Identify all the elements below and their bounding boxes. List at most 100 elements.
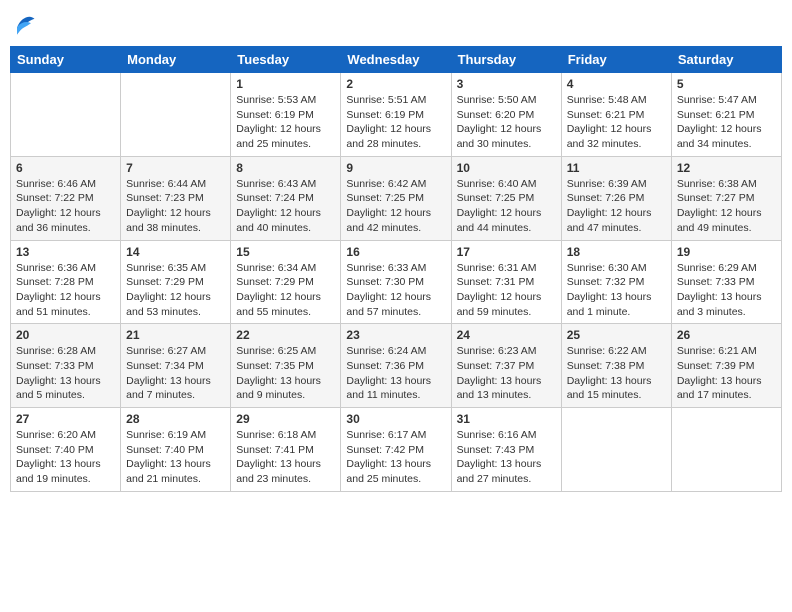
calendar-cell: 15Sunrise: 6:34 AM Sunset: 7:29 PM Dayli…	[231, 240, 341, 324]
day-info: Sunrise: 6:38 AM Sunset: 7:27 PM Dayligh…	[677, 177, 776, 236]
day-number: 7	[126, 161, 225, 175]
week-row-5: 27 Sunrise: 6:20 AM Sunset: 7:40 PM Dayli…	[11, 408, 782, 492]
day-info: Sunrise: 6:29 AM Sunset: 7:33 PM Dayligh…	[677, 261, 776, 320]
day-info: Sunrise: 6:28 AM Sunset: 7:33 PM Dayligh…	[16, 344, 115, 403]
week-row-4: 20 Sunrise: 6:28 AM Sunset: 7:33 PM Dayli…	[11, 324, 782, 408]
day-info: Sunrise: 6:42 AM Sunset: 7:25 PM Dayligh…	[346, 177, 445, 236]
day-info: Sunrise: 5:47 AM Sunset: 6:21 PM Dayligh…	[677, 93, 776, 152]
day-number: 2	[346, 77, 445, 91]
column-header-tuesday: Tuesday	[231, 47, 341, 73]
calendar-cell: 28Sunrise: 6:19 AM Sunset: 7:40 PM Dayli…	[121, 408, 231, 492]
calendar-cell	[561, 408, 671, 492]
day-number: 17	[457, 245, 556, 259]
week-row-1: 1 Sunrise: 5:53 AM Sunset: 6:19 PM Daylig…	[11, 73, 782, 157]
column-header-friday: Friday	[561, 47, 671, 73]
day-number: 5	[677, 77, 776, 91]
calendar-cell: 26Sunrise: 6:21 AM Sunset: 7:39 PM Dayli…	[671, 324, 781, 408]
day-number: 22	[236, 328, 335, 342]
calendar-cell: 21Sunrise: 6:27 AM Sunset: 7:34 PM Dayli…	[121, 324, 231, 408]
day-info: Sunrise: 5:53 AM Sunset: 6:19 PM Dayligh…	[236, 93, 335, 152]
day-info: Sunrise: 6:22 AM Sunset: 7:38 PM Dayligh…	[567, 344, 666, 403]
day-info: Sunrise: 6:39 AM Sunset: 7:26 PM Dayligh…	[567, 177, 666, 236]
calendar-cell: 19 Sunrise: 6:29 AM Sunset: 7:33 PM Dayli…	[671, 240, 781, 324]
day-info: Sunrise: 6:25 AM Sunset: 7:35 PM Dayligh…	[236, 344, 335, 403]
day-info: Sunrise: 6:18 AM Sunset: 7:41 PM Dayligh…	[236, 428, 335, 487]
calendar-cell: 17 Sunrise: 6:31 AM Sunset: 7:31 PM Dayli…	[451, 240, 561, 324]
day-info: Sunrise: 6:23 AM Sunset: 7:37 PM Dayligh…	[457, 344, 556, 403]
day-info: Sunrise: 5:50 AM Sunset: 6:20 PM Dayligh…	[457, 93, 556, 152]
calendar-cell: 24Sunrise: 6:23 AM Sunset: 7:37 PM Dayli…	[451, 324, 561, 408]
calendar-cell: 12 Sunrise: 6:38 AM Sunset: 7:27 PM Dayli…	[671, 156, 781, 240]
day-number: 30	[346, 412, 445, 426]
calendar-cell: 29 Sunrise: 6:18 AM Sunset: 7:41 PM Dayli…	[231, 408, 341, 492]
calendar-cell: 16 Sunrise: 6:33 AM Sunset: 7:30 PM Dayli…	[341, 240, 451, 324]
day-info: Sunrise: 6:44 AM Sunset: 7:23 PM Dayligh…	[126, 177, 225, 236]
calendar-cell: 22 Sunrise: 6:25 AM Sunset: 7:35 PM Dayli…	[231, 324, 341, 408]
day-info: Sunrise: 6:17 AM Sunset: 7:42 PM Dayligh…	[346, 428, 445, 487]
calendar-cell: 6Sunrise: 6:46 AM Sunset: 7:22 PM Daylig…	[11, 156, 121, 240]
day-number: 10	[457, 161, 556, 175]
calendar-cell: 9 Sunrise: 6:42 AM Sunset: 7:25 PM Daylig…	[341, 156, 451, 240]
day-number: 15	[236, 245, 335, 259]
day-number: 9	[346, 161, 445, 175]
day-info: Sunrise: 6:33 AM Sunset: 7:30 PM Dayligh…	[346, 261, 445, 320]
day-info: Sunrise: 6:16 AM Sunset: 7:43 PM Dayligh…	[457, 428, 556, 487]
day-info: Sunrise: 6:36 AM Sunset: 7:28 PM Dayligh…	[16, 261, 115, 320]
column-header-sunday: Sunday	[11, 47, 121, 73]
day-number: 1	[236, 77, 335, 91]
day-info: Sunrise: 6:31 AM Sunset: 7:31 PM Dayligh…	[457, 261, 556, 320]
day-number: 3	[457, 77, 556, 91]
day-info: Sunrise: 5:51 AM Sunset: 6:19 PM Dayligh…	[346, 93, 445, 152]
calendar-cell	[671, 408, 781, 492]
calendar-cell: 8Sunrise: 6:43 AM Sunset: 7:24 PM Daylig…	[231, 156, 341, 240]
logo-icon	[10, 10, 38, 38]
day-number: 29	[236, 412, 335, 426]
day-number: 11	[567, 161, 666, 175]
day-number: 13	[16, 245, 115, 259]
calendar-cell: 30 Sunrise: 6:17 AM Sunset: 7:42 PM Dayli…	[341, 408, 451, 492]
day-number: 18	[567, 245, 666, 259]
day-info: Sunrise: 6:24 AM Sunset: 7:36 PM Dayligh…	[346, 344, 445, 403]
day-info: Sunrise: 6:46 AM Sunset: 7:22 PM Dayligh…	[16, 177, 115, 236]
day-number: 31	[457, 412, 556, 426]
day-number: 14	[126, 245, 225, 259]
calendar-cell: 13 Sunrise: 6:36 AM Sunset: 7:28 PM Dayli…	[11, 240, 121, 324]
day-number: 19	[677, 245, 776, 259]
calendar-cell: 4 Sunrise: 5:48 AM Sunset: 6:21 PM Daylig…	[561, 73, 671, 157]
day-number: 4	[567, 77, 666, 91]
calendar-cell: 25 Sunrise: 6:22 AM Sunset: 7:38 PM Dayli…	[561, 324, 671, 408]
day-number: 25	[567, 328, 666, 342]
day-info: Sunrise: 6:21 AM Sunset: 7:39 PM Dayligh…	[677, 344, 776, 403]
calendar-cell	[11, 73, 121, 157]
calendar-cell: 11 Sunrise: 6:39 AM Sunset: 7:26 PM Dayli…	[561, 156, 671, 240]
column-header-monday: Monday	[121, 47, 231, 73]
day-number: 8	[236, 161, 335, 175]
page-header	[10, 10, 782, 38]
day-info: Sunrise: 6:20 AM Sunset: 7:40 PM Dayligh…	[16, 428, 115, 487]
day-info: Sunrise: 6:35 AM Sunset: 7:29 PM Dayligh…	[126, 261, 225, 320]
day-number: 27	[16, 412, 115, 426]
column-header-wednesday: Wednesday	[341, 47, 451, 73]
calendar-cell: 23Sunrise: 6:24 AM Sunset: 7:36 PM Dayli…	[341, 324, 451, 408]
calendar-cell: 18 Sunrise: 6:30 AM Sunset: 7:32 PM Dayli…	[561, 240, 671, 324]
day-info: Sunrise: 5:48 AM Sunset: 6:21 PM Dayligh…	[567, 93, 666, 152]
day-info: Sunrise: 6:40 AM Sunset: 7:25 PM Dayligh…	[457, 177, 556, 236]
calendar-cell: 27 Sunrise: 6:20 AM Sunset: 7:40 PM Dayli…	[11, 408, 121, 492]
calendar-header: SundayMondayTuesdayWednesdayThursdayFrid…	[11, 47, 782, 73]
logo	[10, 10, 42, 38]
calendar-cell: 5 Sunrise: 5:47 AM Sunset: 6:21 PM Daylig…	[671, 73, 781, 157]
day-info: Sunrise: 6:30 AM Sunset: 7:32 PM Dayligh…	[567, 261, 666, 320]
calendar-cell: 31 Sunrise: 6:16 AM Sunset: 7:43 PM Dayli…	[451, 408, 561, 492]
calendar-cell: 14 Sunrise: 6:35 AM Sunset: 7:29 PM Dayli…	[121, 240, 231, 324]
week-row-2: 6Sunrise: 6:46 AM Sunset: 7:22 PM Daylig…	[11, 156, 782, 240]
calendar-cell: 1 Sunrise: 5:53 AM Sunset: 6:19 PM Daylig…	[231, 73, 341, 157]
day-number: 20	[16, 328, 115, 342]
day-number: 12	[677, 161, 776, 175]
day-number: 21	[126, 328, 225, 342]
calendar-cell: 7 Sunrise: 6:44 AM Sunset: 7:23 PM Daylig…	[121, 156, 231, 240]
day-number: 16	[346, 245, 445, 259]
calendar-cell: 3 Sunrise: 5:50 AM Sunset: 6:20 PM Daylig…	[451, 73, 561, 157]
column-header-thursday: Thursday	[451, 47, 561, 73]
calendar-table: SundayMondayTuesdayWednesdayThursdayFrid…	[10, 46, 782, 492]
day-number: 28	[126, 412, 225, 426]
